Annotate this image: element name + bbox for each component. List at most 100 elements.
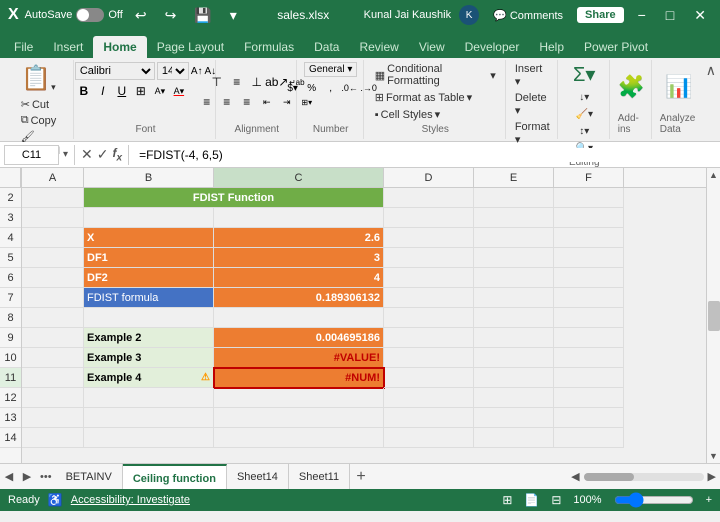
save-btn[interactable]: 💾 xyxy=(188,7,217,24)
cell-F7[interactable] xyxy=(554,288,624,308)
cell-B2[interactable]: FDIST Function xyxy=(84,188,384,208)
cell-E5[interactable] xyxy=(474,248,554,268)
cell-D13[interactable] xyxy=(384,408,474,428)
cell-A7[interactable] xyxy=(22,288,84,308)
copy-btn[interactable]: ⧉Copy xyxy=(18,113,60,128)
cell-C6[interactable]: 4 xyxy=(214,268,384,288)
add-sheet-btn[interactable]: + xyxy=(350,466,372,488)
cell-C4[interactable]: 2.6 xyxy=(214,228,384,248)
paste-dropdown[interactable]: ▾ xyxy=(51,82,56,93)
cell-C10[interactable]: #VALUE! xyxy=(214,348,384,368)
formula-input[interactable] xyxy=(135,148,716,162)
insert-function-btn[interactable]: fx xyxy=(113,146,123,163)
view-layout-btn[interactable]: 📄 xyxy=(524,493,539,507)
row-header-1[interactable]: 2 xyxy=(0,188,21,208)
tab-data[interactable]: Data xyxy=(304,36,349,58)
cell-A3[interactable] xyxy=(22,208,84,228)
confirm-formula-btn[interactable]: ✓ xyxy=(97,146,109,163)
conditional-formatting-btn[interactable]: ▦ Conditional Formatting ▾ xyxy=(372,62,499,88)
row-header-11[interactable]: 12 xyxy=(0,388,21,408)
sheet-more-btn[interactable]: ••• xyxy=(36,471,56,483)
cell-F10[interactable] xyxy=(554,348,624,368)
cell-E7[interactable] xyxy=(474,288,554,308)
cell-D10[interactable] xyxy=(384,348,474,368)
cell-E13[interactable] xyxy=(474,408,554,428)
sheet-tab-sheet11[interactable]: Sheet11 xyxy=(289,464,350,489)
row-header-12[interactable]: 13 xyxy=(0,408,21,428)
row-header-13[interactable]: 14 xyxy=(0,428,21,448)
cell-E12[interactable] xyxy=(474,388,554,408)
ribbon-collapse-btn[interactable]: ∧ xyxy=(706,60,716,139)
cell-B5[interactable]: DF1 xyxy=(84,248,214,268)
scroll-up-arrow[interactable]: ▲ xyxy=(709,170,718,180)
h-scroll-track[interactable] xyxy=(584,473,704,481)
insert-cells-btn[interactable]: Insert ▾ xyxy=(512,62,553,89)
tab-insert[interactable]: Insert xyxy=(43,36,93,58)
cell-E3[interactable] xyxy=(474,208,554,228)
format-as-table-btn[interactable]: ⊞ Format as Table ▾ xyxy=(372,90,475,105)
comma-btn[interactable]: , xyxy=(322,79,340,97)
tab-home[interactable]: Home xyxy=(93,36,146,58)
cell-D14[interactable] xyxy=(384,428,474,448)
font-color-btn[interactable]: A▾ xyxy=(170,82,188,100)
cell-D6[interactable] xyxy=(384,268,474,288)
cell-D11[interactable] xyxy=(384,368,474,388)
view-normal-btn[interactable]: ⊞ xyxy=(502,493,512,507)
cell-B8[interactable] xyxy=(84,308,214,328)
cell-E9[interactable] xyxy=(474,328,554,348)
tab-file[interactable]: File xyxy=(4,36,43,58)
row-header-6[interactable]: 7 xyxy=(0,288,21,308)
cell-A6[interactable] xyxy=(22,268,84,288)
col-header-A[interactable]: A xyxy=(22,168,84,187)
cell-F5[interactable] xyxy=(554,248,624,268)
h-scroll-left[interactable]: ◀ xyxy=(571,470,579,483)
cell-A4[interactable] xyxy=(22,228,84,248)
underline-btn[interactable]: U xyxy=(113,82,131,100)
cell-F13[interactable] xyxy=(554,408,624,428)
decrease-indent-btn[interactable]: ⇤ xyxy=(258,93,276,111)
maximize-btn[interactable]: □ xyxy=(660,7,680,23)
border-btn[interactable]: ⊞ xyxy=(132,82,150,100)
font-name-dropdown[interactable]: Calibri xyxy=(75,62,155,80)
bold-btn[interactable]: B xyxy=(75,82,93,100)
cell-C11[interactable]: #NUM! xyxy=(214,368,384,388)
cell-D3[interactable] xyxy=(384,208,474,228)
col-header-E[interactable]: E xyxy=(474,168,554,187)
cell-B13[interactable] xyxy=(84,408,214,428)
align-bot-btn[interactable]: ⊥ xyxy=(248,73,266,91)
col-header-C[interactable]: C xyxy=(214,168,384,187)
percent-btn[interactable]: % xyxy=(303,79,321,97)
cell-D8[interactable] xyxy=(384,308,474,328)
cell-D5[interactable] xyxy=(384,248,474,268)
align-mid-btn[interactable]: ≡ xyxy=(228,73,246,91)
tab-page-layout[interactable]: Page Layout xyxy=(147,36,234,58)
user-avatar[interactable]: K xyxy=(459,5,479,25)
cell-ref-input[interactable] xyxy=(4,145,59,165)
h-scroll-right[interactable]: ▶ xyxy=(708,470,716,483)
tab-power-pivot[interactable]: Power Pivot xyxy=(574,36,658,58)
align-left-btn[interactable]: ≡ xyxy=(198,93,216,111)
cell-B9[interactable]: Example 2 xyxy=(84,328,214,348)
cell-D2[interactable] xyxy=(384,188,474,208)
cell-A10[interactable] xyxy=(22,348,84,368)
row-header-3[interactable]: 4 xyxy=(0,228,21,248)
fill-color-btn[interactable]: A▾ xyxy=(151,82,169,100)
cell-A2[interactable] xyxy=(22,188,84,208)
currency-btn[interactable]: $▾ xyxy=(284,79,302,97)
editing-clear-btn[interactable]: 🧹▾ xyxy=(573,108,596,121)
col-header-D[interactable]: D xyxy=(384,168,474,187)
cell-B11[interactable]: Example 4 ⚠ xyxy=(84,368,214,388)
cell-A11[interactable] xyxy=(22,368,84,388)
tab-help[interactable]: Help xyxy=(529,36,574,58)
minimize-btn[interactable]: − xyxy=(632,7,652,23)
cell-C8[interactable] xyxy=(214,308,384,328)
share-btn[interactable]: Share xyxy=(577,7,624,23)
sheet-prev-btn[interactable]: ◀ xyxy=(0,468,18,486)
cell-C14[interactable] xyxy=(214,428,384,448)
comments-btn[interactable]: 💬 Comments xyxy=(487,9,569,22)
number-format-dropdown[interactable]: General ▾ xyxy=(304,62,357,77)
cell-B6[interactable]: DF2 xyxy=(84,268,214,288)
cell-E8[interactable] xyxy=(474,308,554,328)
cell-A5[interactable] xyxy=(22,248,84,268)
cell-A12[interactable] xyxy=(22,388,84,408)
